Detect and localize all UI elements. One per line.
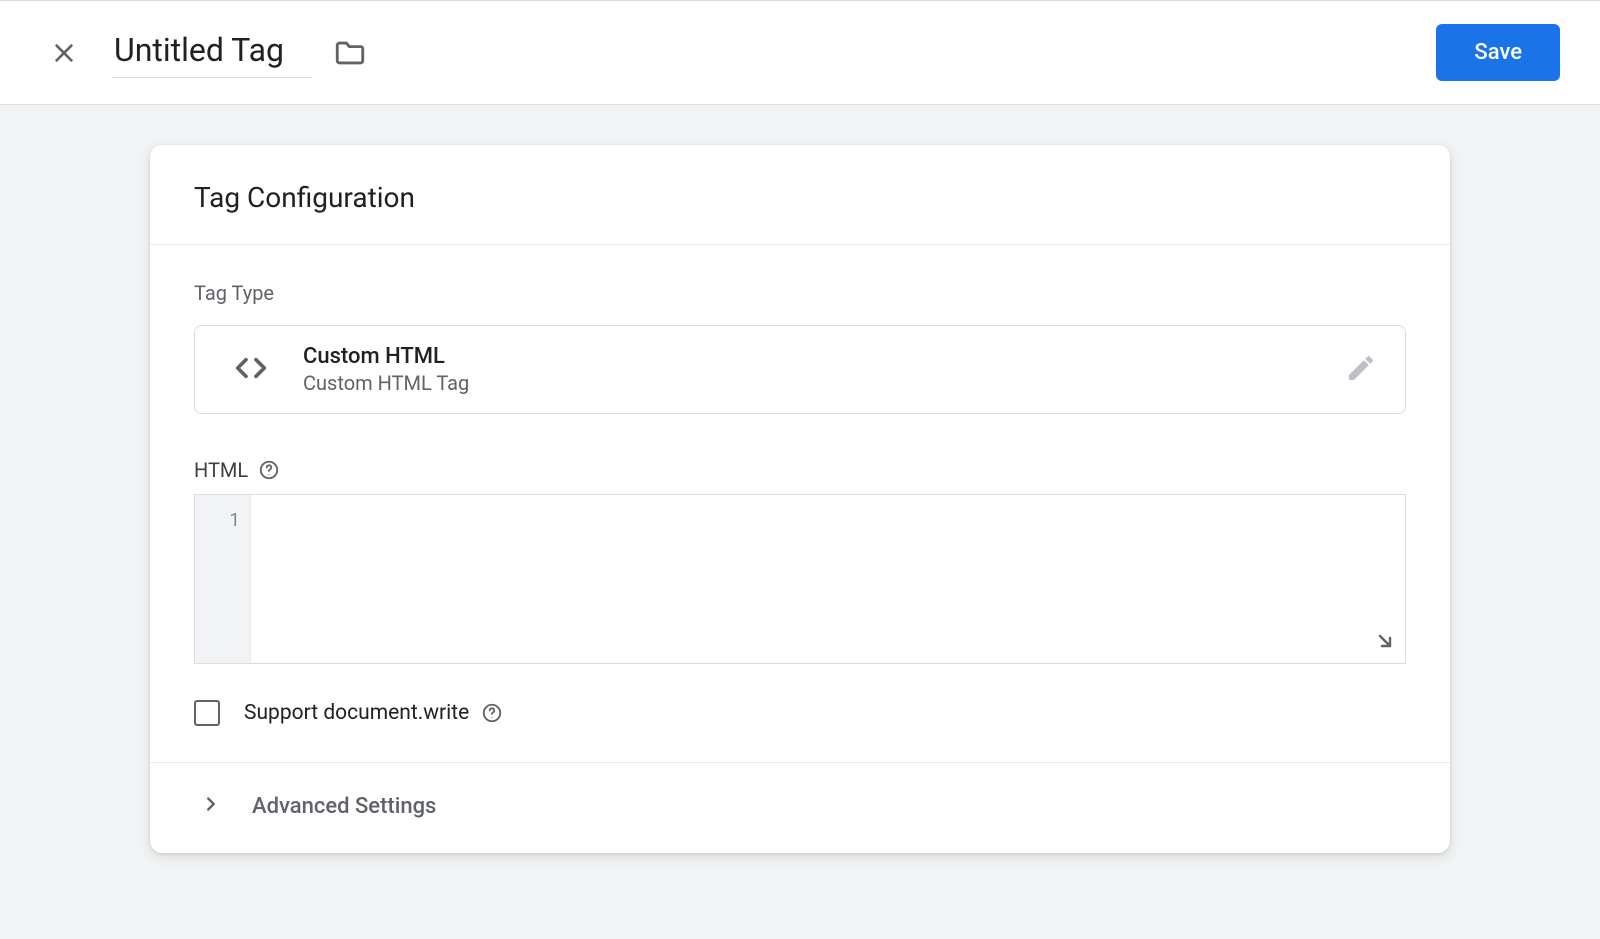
code-brackets-icon	[231, 348, 271, 392]
resize-handle-icon[interactable]	[1373, 629, 1397, 657]
tag-name-input[interactable]	[112, 27, 312, 78]
tag-config-card: Tag Configuration Tag Type Custom HTML C…	[150, 145, 1450, 853]
folder-button[interactable]	[328, 31, 372, 75]
html-label: HTML	[194, 458, 248, 482]
tag-type-name: Custom HTML	[303, 344, 1345, 369]
save-button[interactable]: Save	[1436, 24, 1560, 81]
edit-pencil-icon[interactable]	[1345, 352, 1377, 388]
advanced-settings-label: Advanced Settings	[252, 794, 436, 819]
editor-gutter: 1	[195, 495, 251, 663]
card-title: Tag Configuration	[194, 181, 1406, 244]
header-bar: Save	[0, 0, 1600, 105]
canvas: Tag Configuration Tag Type Custom HTML C…	[0, 105, 1600, 853]
divider	[150, 244, 1450, 245]
tag-type-selector[interactable]: Custom HTML Custom HTML Tag	[194, 325, 1406, 414]
chevron-right-icon	[200, 793, 222, 819]
close-button[interactable]	[40, 29, 88, 77]
folder-icon	[333, 36, 367, 70]
html-code-editor[interactable]: 1	[194, 494, 1406, 664]
tag-type-desc: Custom HTML Tag	[303, 371, 1345, 395]
support-docwrite-checkbox[interactable]	[194, 700, 220, 726]
support-docwrite-row: Support document.write	[194, 700, 1406, 762]
close-icon	[50, 39, 78, 67]
code-textarea[interactable]	[251, 495, 1405, 663]
help-icon[interactable]	[258, 459, 280, 481]
advanced-settings-row[interactable]: Advanced Settings	[150, 762, 1450, 853]
html-label-row: HTML	[194, 458, 1406, 482]
tag-type-label: Tag Type	[194, 281, 1406, 305]
support-docwrite-label: Support document.write	[244, 701, 469, 725]
help-icon[interactable]	[481, 702, 503, 724]
tag-type-text: Custom HTML Custom HTML Tag	[303, 344, 1345, 395]
